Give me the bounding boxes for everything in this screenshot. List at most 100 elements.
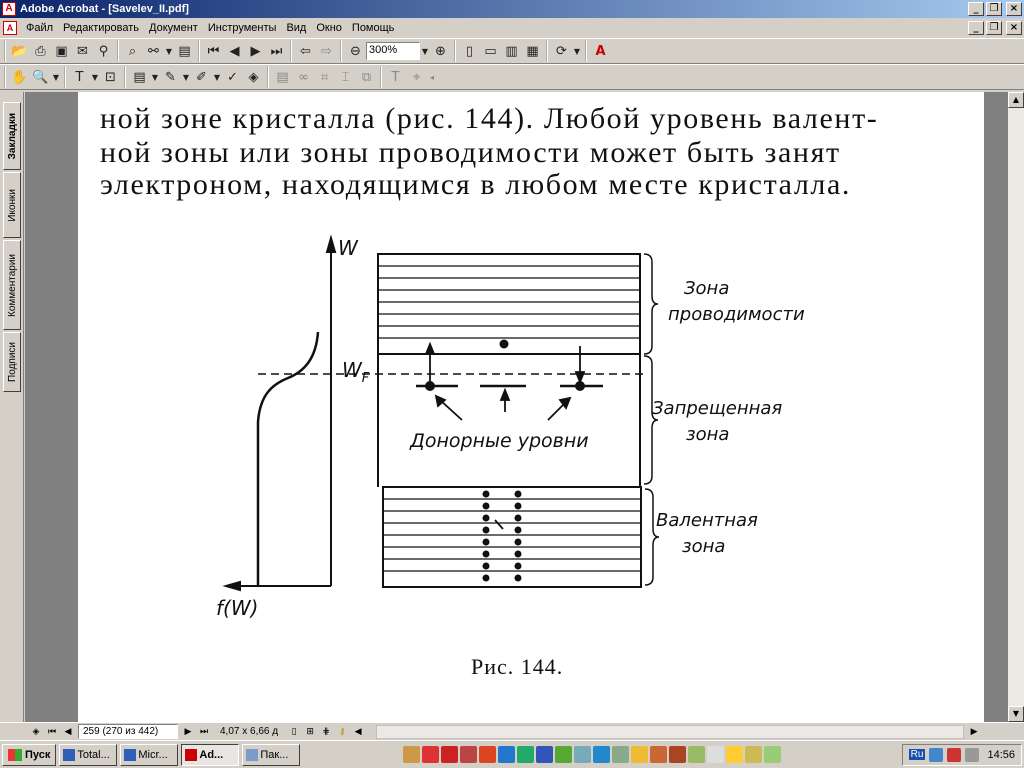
- menu-help[interactable]: Помощь: [347, 22, 400, 34]
- adobe-logo[interactable]: A: [590, 41, 611, 61]
- quick-icon-13[interactable]: [631, 746, 649, 763]
- scroll-left-button[interactable]: ◀: [352, 727, 364, 737]
- task-microsoft-word[interactable]: Micr...: [120, 743, 179, 766]
- next-page-icon[interactable]: ▶: [245, 41, 266, 61]
- spellcheck-icon[interactable]: ✓: [222, 67, 243, 87]
- print-icon[interactable]: ⎙: [30, 41, 51, 61]
- open-icon[interactable]: 📂: [9, 41, 30, 61]
- quick-icon-6[interactable]: [498, 746, 516, 763]
- language-indicator[interactable]: Ru: [908, 749, 926, 760]
- text-tool-icon[interactable]: T: [385, 67, 406, 87]
- find-icon[interactable]: ⌕: [122, 41, 143, 61]
- tab-comments[interactable]: Комментарии: [3, 240, 21, 330]
- rotate-icon[interactable]: ⟳: [551, 41, 572, 61]
- quick-icon-10[interactable]: [574, 746, 592, 763]
- document-menu-icon[interactable]: A: [3, 21, 17, 35]
- pencil-icon[interactable]: ✎: [160, 67, 181, 87]
- fit-width-icon[interactable]: ▥: [501, 41, 522, 61]
- doc-minimize-button[interactable]: _: [968, 21, 984, 35]
- actual-size-icon[interactable]: ▯: [459, 41, 480, 61]
- chevron-down-icon[interactable]: ▼: [164, 41, 174, 61]
- find-next-icon[interactable]: ⚯: [143, 41, 164, 61]
- zoom-field[interactable]: 300%: [366, 42, 420, 60]
- scroll-right-button[interactable]: ▶: [968, 727, 980, 737]
- document-view[interactable]: ной зоне кристалла (рис. 144). Любой уро…: [25, 92, 1008, 722]
- quick-icon-12[interactable]: [612, 746, 630, 763]
- email-icon[interactable]: ✉: [72, 41, 93, 61]
- quick-icon-2[interactable]: [422, 746, 440, 763]
- task-package[interactable]: Пак...: [242, 743, 301, 766]
- network-icon[interactable]: [929, 747, 944, 762]
- attach-icon[interactable]: ⌗: [314, 67, 335, 87]
- menu-edit[interactable]: Редактировать: [58, 22, 144, 34]
- task-adobe-acrobat[interactable]: Ad...: [181, 743, 240, 766]
- quick-icon-4[interactable]: [460, 746, 478, 763]
- search-icon[interactable]: ⚲: [93, 41, 114, 61]
- quick-icon-5[interactable]: [479, 746, 497, 763]
- fit-page-icon[interactable]: ▭: [480, 41, 501, 61]
- first-page-icon[interactable]: ⏮: [203, 41, 224, 61]
- zoom-out-icon[interactable]: ⊖: [345, 41, 366, 61]
- link-icon[interactable]: ∞: [293, 67, 314, 87]
- prev-page-icon[interactable]: ◀: [224, 41, 245, 61]
- start-button[interactable]: Пуск: [2, 743, 57, 766]
- key-icon[interactable]: ⚷: [336, 727, 348, 737]
- next-page-button[interactable]: ▶: [182, 727, 194, 737]
- scroll-down-button[interactable]: ▼: [1008, 706, 1024, 722]
- volume-icon[interactable]: [965, 747, 980, 762]
- back-icon[interactable]: ⇦: [295, 41, 316, 61]
- menu-view[interactable]: Вид: [281, 22, 311, 34]
- task-total-commander[interactable]: Total...: [59, 743, 118, 766]
- single-page-icon[interactable]: ▯: [288, 727, 300, 737]
- antivirus-icon[interactable]: [947, 747, 962, 762]
- note-icon[interactable]: ▤: [129, 67, 150, 87]
- pencil-dropdown-icon[interactable]: ▼: [181, 67, 191, 87]
- tab-signatures[interactable]: Подписи: [3, 332, 21, 392]
- quick-icon-9[interactable]: [555, 746, 573, 763]
- highlight-dropdown-icon[interactable]: ▼: [212, 67, 222, 87]
- rotate-dropdown-icon[interactable]: ▼: [572, 41, 582, 61]
- vertical-scrollbar[interactable]: ▲ ▼: [1008, 92, 1024, 722]
- quick-icon-15[interactable]: [669, 746, 687, 763]
- menu-window[interactable]: Окно: [311, 22, 347, 34]
- quick-icon-7[interactable]: [517, 746, 535, 763]
- continuous-icon[interactable]: ⊞: [304, 727, 316, 737]
- quick-icon-8[interactable]: [536, 746, 554, 763]
- quick-icon-1[interactable]: [403, 746, 421, 763]
- crop-icon[interactable]: ⌶: [335, 67, 356, 87]
- menu-document[interactable]: Документ: [144, 22, 203, 34]
- quick-icon-16[interactable]: [688, 746, 706, 763]
- last-page-button[interactable]: ⏭: [198, 727, 210, 737]
- close-button[interactable]: ×: [1006, 2, 1022, 16]
- zoom-dropdown-icon[interactable]: ▼: [420, 41, 430, 61]
- tab-bookmarks[interactable]: Закладки: [3, 102, 21, 170]
- stamp-icon[interactable]: ◈: [243, 67, 264, 87]
- snapshot-icon[interactable]: ⊡: [100, 67, 121, 87]
- select-dropdown-icon[interactable]: ▼: [90, 67, 100, 87]
- restore-button[interactable]: ❐: [986, 2, 1002, 16]
- horizontal-scrollbar[interactable]: [376, 724, 965, 739]
- zoom-tool-dropdown-icon[interactable]: ▼: [51, 67, 61, 87]
- text-select-icon[interactable]: T: [69, 67, 90, 87]
- note-dropdown-icon[interactable]: ▼: [150, 67, 160, 87]
- quick-icon-19[interactable]: [745, 746, 763, 763]
- page-icon[interactable]: ▤: [174, 41, 195, 61]
- object-tool-icon[interactable]: ⌖: [406, 67, 427, 87]
- doc-close-button[interactable]: ×: [1006, 21, 1022, 35]
- menu-file[interactable]: Файл: [21, 22, 58, 34]
- minimize-button[interactable]: _: [968, 2, 984, 16]
- menu-tools[interactable]: Инструменты: [203, 22, 282, 34]
- doc-restore-button[interactable]: ❐: [986, 21, 1002, 35]
- highlight-icon[interactable]: ✐: [191, 67, 212, 87]
- quick-icon-11[interactable]: [593, 746, 611, 763]
- page-number-field[interactable]: 259 (270 из 442): [78, 724, 178, 739]
- touchup-dropdown-icon[interactable]: ◂: [427, 67, 437, 87]
- reflow-icon[interactable]: ▦: [522, 41, 543, 61]
- prev-page-button[interactable]: ◀: [62, 727, 74, 737]
- tab-thumbnails[interactable]: Иконки: [3, 172, 21, 238]
- facing-icon[interactable]: ⋕: [320, 727, 332, 737]
- zoom-tool-icon[interactable]: 🔍: [30, 67, 51, 87]
- quick-icon-20[interactable]: [764, 746, 782, 763]
- zoom-in-icon[interactable]: ⊕: [430, 41, 451, 61]
- first-page-button[interactable]: ⏮: [46, 727, 58, 737]
